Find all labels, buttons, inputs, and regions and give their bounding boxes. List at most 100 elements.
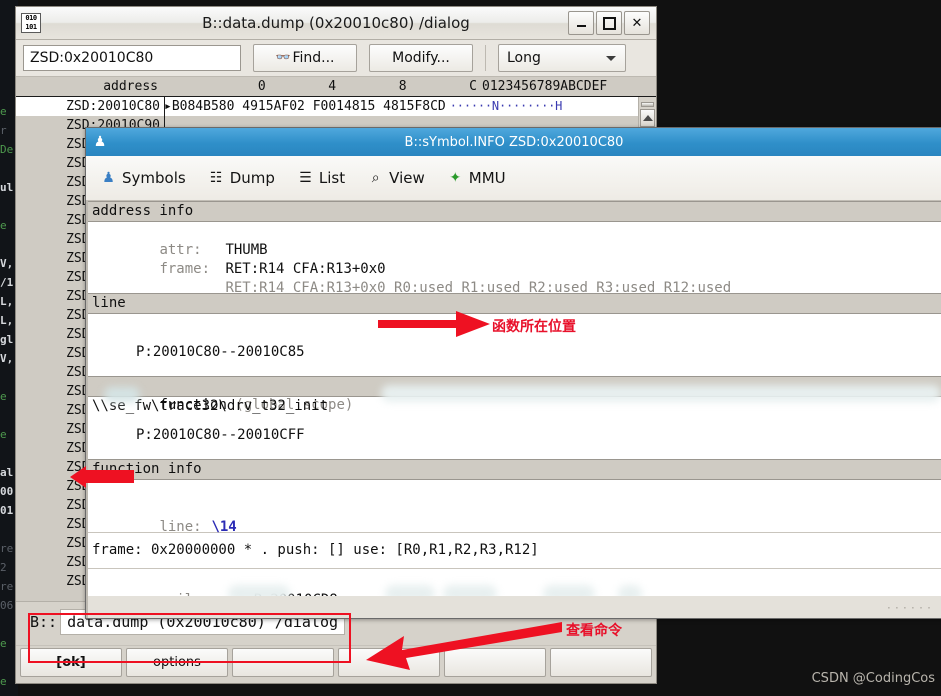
- annotation-view-command: 查看命令: [566, 623, 622, 639]
- dump-titlebar[interactable]: 010 101 B::data.dump (0x20010c80) /dialog…: [16, 7, 656, 40]
- format-select-value: Long: [507, 50, 541, 66]
- dump-row[interactable]: ZSD:20010C80 ▸B084B580 4915AF02 F0014815 …: [16, 97, 638, 116]
- symbol-titlebar[interactable]: ♟ B::sYmbol.INFO ZSD:0x20010C80: [86, 128, 941, 156]
- frame-label: frame:: [159, 261, 211, 277]
- symbol-toolbar-item-symbols[interactable]: ♟ Symbols: [100, 169, 186, 187]
- binary-data-icon: 010 101: [21, 13, 41, 33]
- symbol-toolbar-label: Dump: [229, 169, 275, 187]
- maximize-icon[interactable]: [596, 11, 622, 35]
- resize-grip-icon: ······: [885, 603, 934, 614]
- column-header-offsets: 0 4 8 C: [203, 79, 477, 94]
- background-code-line: 00: [0, 485, 14, 498]
- arrow-view-command: [366, 622, 562, 670]
- background-code-line: 01: [0, 504, 14, 517]
- close-icon[interactable]: ✕: [624, 11, 650, 35]
- section-gap: [88, 362, 941, 376]
- watermark: CSDN @CodingCos: [811, 671, 935, 686]
- symbol-toolbar-item-dump[interactable]: ☷ Dump: [208, 169, 275, 187]
- background-code-line: ul: [0, 181, 14, 194]
- section-header-address-info: address info: [88, 201, 941, 222]
- dump-button-empty[interactable]: [550, 648, 652, 677]
- symbol-toolbar-label: MMU: [468, 169, 506, 187]
- dump-row-address: ZSD:20010C80: [66, 99, 160, 114]
- redaction-blur-line-source: [381, 385, 941, 402]
- symbols-icon: ♟: [102, 170, 115, 186]
- dump-row-hex: ▸B084B580 4915AF02 F0014815 4815F8CD: [164, 99, 446, 114]
- background-code-line: e: [0, 637, 7, 650]
- background-code-line: re: [0, 580, 14, 593]
- frame-summary-row: frame: 0x20000000 * . push: [] use: [R0,…: [88, 541, 941, 560]
- background-code-line: e: [0, 105, 7, 118]
- magnifier-icon: ⌕: [371, 170, 380, 186]
- binary-data-icon: ☷: [209, 170, 223, 186]
- background-code-line: e: [0, 428, 7, 441]
- address-input[interactable]: ZSD:0x20010C80: [23, 45, 241, 71]
- minimize-icon[interactable]: [568, 11, 594, 35]
- symbol-window-title: B::sYmbol.INFO ZSD:0x20010C80: [404, 134, 624, 150]
- line-address-range-row: P:20010C80--20010C85: [88, 343, 941, 362]
- attr-label: attr:: [159, 242, 202, 258]
- background-code-line: 2: [0, 561, 7, 574]
- column-header-ascii: 0123456789ABCDEF: [482, 79, 608, 94]
- background-code-line: /1: [0, 276, 14, 289]
- source-row: source:/project/shu/workbase/sk/se//driv…: [88, 480, 941, 499]
- attr-value: THUMB: [225, 242, 268, 258]
- background-code-line: e: [0, 675, 7, 688]
- line-address-range: P:20010C80--20010C85: [136, 344, 305, 360]
- symbol-body: address info attr: THUMB frame: RET:R14 CF…: [86, 201, 941, 618]
- dump-row-ascii: ······N········H: [449, 99, 563, 113]
- symbol-toolbar-item-list[interactable]: ☰ List: [297, 169, 345, 187]
- symbol-toolbar-label: View: [389, 169, 425, 187]
- frame-detail-value: RET:R14 CFA:R13+0x0 R0:used R1:used R2:u…: [225, 280, 732, 296]
- symbol-toolbar: ♟ Symbols ☷ Dump ☰ List ⌕ View ✦ MMU: [86, 156, 941, 201]
- dump-toolbar: ZSD:0x20010C80 👓 Find... Modify... Long: [16, 40, 656, 77]
- line-number-row: line: \14: [88, 499, 941, 535]
- section-header-function-info: function info: [88, 459, 941, 480]
- section-gap: [88, 445, 941, 459]
- symbol-toolbar-item-view[interactable]: ⌕ View: [367, 169, 425, 187]
- symbol-toolbar-label: List: [318, 169, 346, 187]
- screenshot-root: e r De ul e V,/1 L, L, gl V, e e al 00 01 re 2 re 06 e e 010…: [0, 0, 941, 696]
- background-code-line: re: [0, 542, 14, 555]
- find-button[interactable]: 👓 Find...: [253, 44, 357, 72]
- symbol-toolbar-item-mmu[interactable]: ✦ MMU: [447, 169, 506, 187]
- background-code-line: r: [0, 124, 7, 137]
- background-code-line: V,: [0, 352, 14, 365]
- highlight-command-line: [28, 613, 351, 663]
- frame-summary: frame: 0x20000000 * . push: [] use: [R0,…: [92, 542, 539, 558]
- background-code-line: L,: [0, 314, 14, 327]
- background-code-line: De: [0, 143, 14, 156]
- function-address-range-row: P:20010C80--20010CFF: [88, 426, 941, 445]
- dump-column-headers: address 0 4 8 C 0123456789ABCDEF: [16, 77, 656, 97]
- background-code-line: V,: [0, 257, 14, 270]
- modify-button[interactable]: Modify...: [369, 44, 473, 72]
- scrollbar-thumb[interactable]: [641, 102, 654, 107]
- arrow-function-info: [70, 466, 134, 488]
- binoculars-icon: 👓: [275, 50, 291, 64]
- frame-value: RET:R14 CFA:R13+0x0: [225, 261, 386, 277]
- list-icon: ☰: [299, 170, 312, 186]
- symbol-toolbar-label: Symbols: [122, 169, 186, 187]
- line-number-value: \14: [211, 519, 237, 535]
- triangle-up-icon: [642, 115, 653, 121]
- line-label: line:: [159, 519, 202, 535]
- format-select[interactable]: Long: [498, 44, 626, 72]
- epilog-row: epilog:P:20010CD8: [88, 569, 941, 608]
- find-button-label: Find...: [292, 50, 335, 66]
- background-code-line: e: [0, 390, 7, 403]
- section-gap: [88, 416, 941, 426]
- background-code-line: 06: [0, 599, 14, 612]
- toolbar-divider: [485, 45, 486, 71]
- dump-window-controls: ✕: [568, 11, 650, 35]
- scroll-up-button[interactable]: [640, 109, 655, 127]
- background-code-line: gl: [0, 333, 14, 346]
- function-address-range: P:20010C80--20010CFF: [136, 427, 305, 443]
- redaction-blur-line-path: [104, 387, 140, 402]
- modify-button-label: Modify...: [392, 50, 450, 66]
- chevron-down-icon: [606, 56, 616, 61]
- background-code-line: L,: [0, 295, 14, 308]
- attr-row: attr: THUMB: [88, 222, 941, 258]
- dump-window-title: B::data.dump (0x20010c80) /dialog: [202, 14, 470, 32]
- symbol-info-window: ♟ B::sYmbol.INFO ZSD:0x20010C80 ♟ Symbols…: [85, 127, 941, 619]
- column-header-address: address: [103, 79, 158, 94]
